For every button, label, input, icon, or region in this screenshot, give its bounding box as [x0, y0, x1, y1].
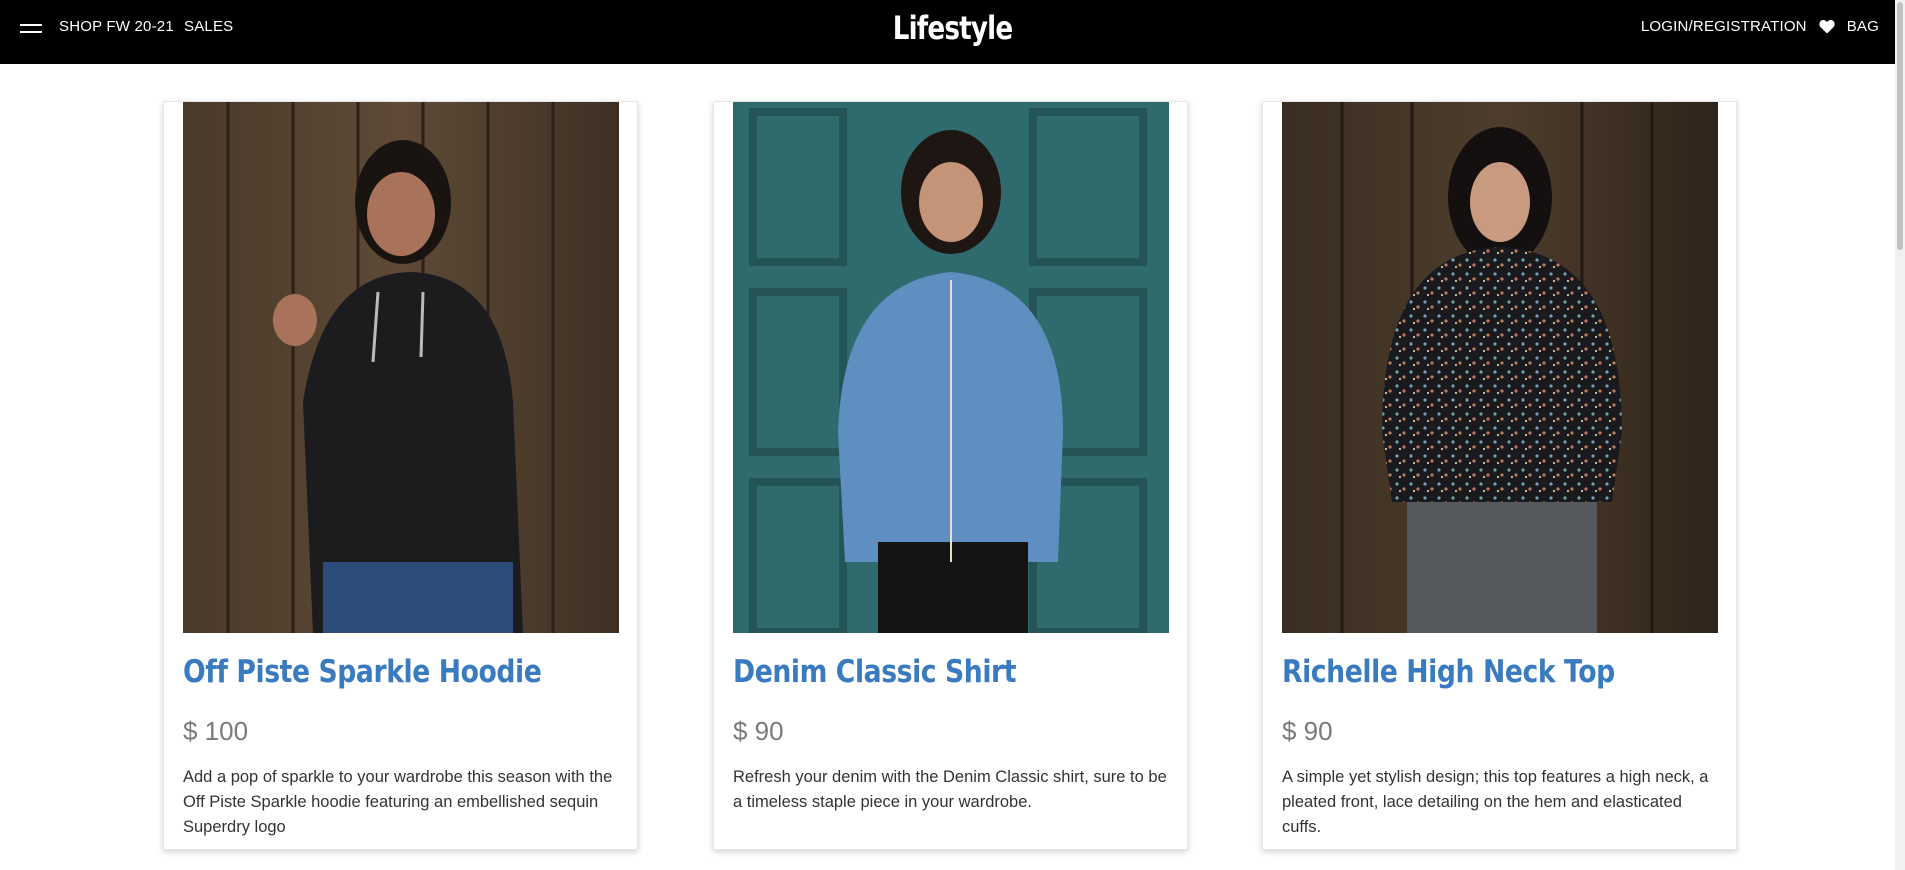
brand-text: Lifestyle [892, 9, 1013, 47]
bag-link[interactable]: BAG [1847, 18, 1879, 35]
product-price: $ 90 [1282, 716, 1333, 746]
product-title[interactable]: Richelle High Neck Top [1282, 654, 1660, 690]
product-description: Refresh your denim with the Denim Classi… [733, 768, 1167, 811]
product-title[interactable]: Off Piste Sparkle Hoodie [183, 654, 561, 690]
top-navbar: SHOP FW 20-21 SALES Lifestyle LOGIN/REGI… [0, 0, 1905, 64]
product-card[interactable]: Richelle High Neck Top $ 90 A simple yet… [1262, 101, 1737, 850]
hamburger-menu-icon[interactable] [20, 21, 42, 35]
brand-logo[interactable]: Lifestyle [171, 9, 1733, 47]
product-card[interactable]: Denim Classic Shirt $ 90 Refresh your de… [713, 101, 1188, 850]
login-registration-link[interactable]: LOGIN/REGISTRATION [1641, 18, 1807, 35]
right-nav: LOGIN/REGISTRATION BAG [1641, 18, 1879, 35]
product-card[interactable]: Off Piste Sparkle Hoodie $ 100 Add a pop… [163, 101, 638, 850]
product-image[interactable] [733, 102, 1169, 633]
nav-shop-fw-link[interactable]: SHOP FW 20-21 [59, 18, 174, 35]
product-description: A simple yet stylish design; this top fe… [1282, 768, 1709, 836]
product-title[interactable]: Denim Classic Shirt [733, 654, 1111, 690]
product-image[interactable] [183, 102, 619, 633]
scrollbar-thumb[interactable] [1897, 2, 1903, 250]
product-price: $ 90 [733, 716, 784, 746]
heart-icon[interactable] [1819, 19, 1835, 34]
vertical-scrollbar[interactable] [1895, 0, 1905, 870]
product-price: $ 100 [183, 716, 249, 746]
product-description: Add a pop of sparkle to your wardrobe th… [183, 768, 613, 836]
product-image[interactable] [1282, 102, 1718, 633]
